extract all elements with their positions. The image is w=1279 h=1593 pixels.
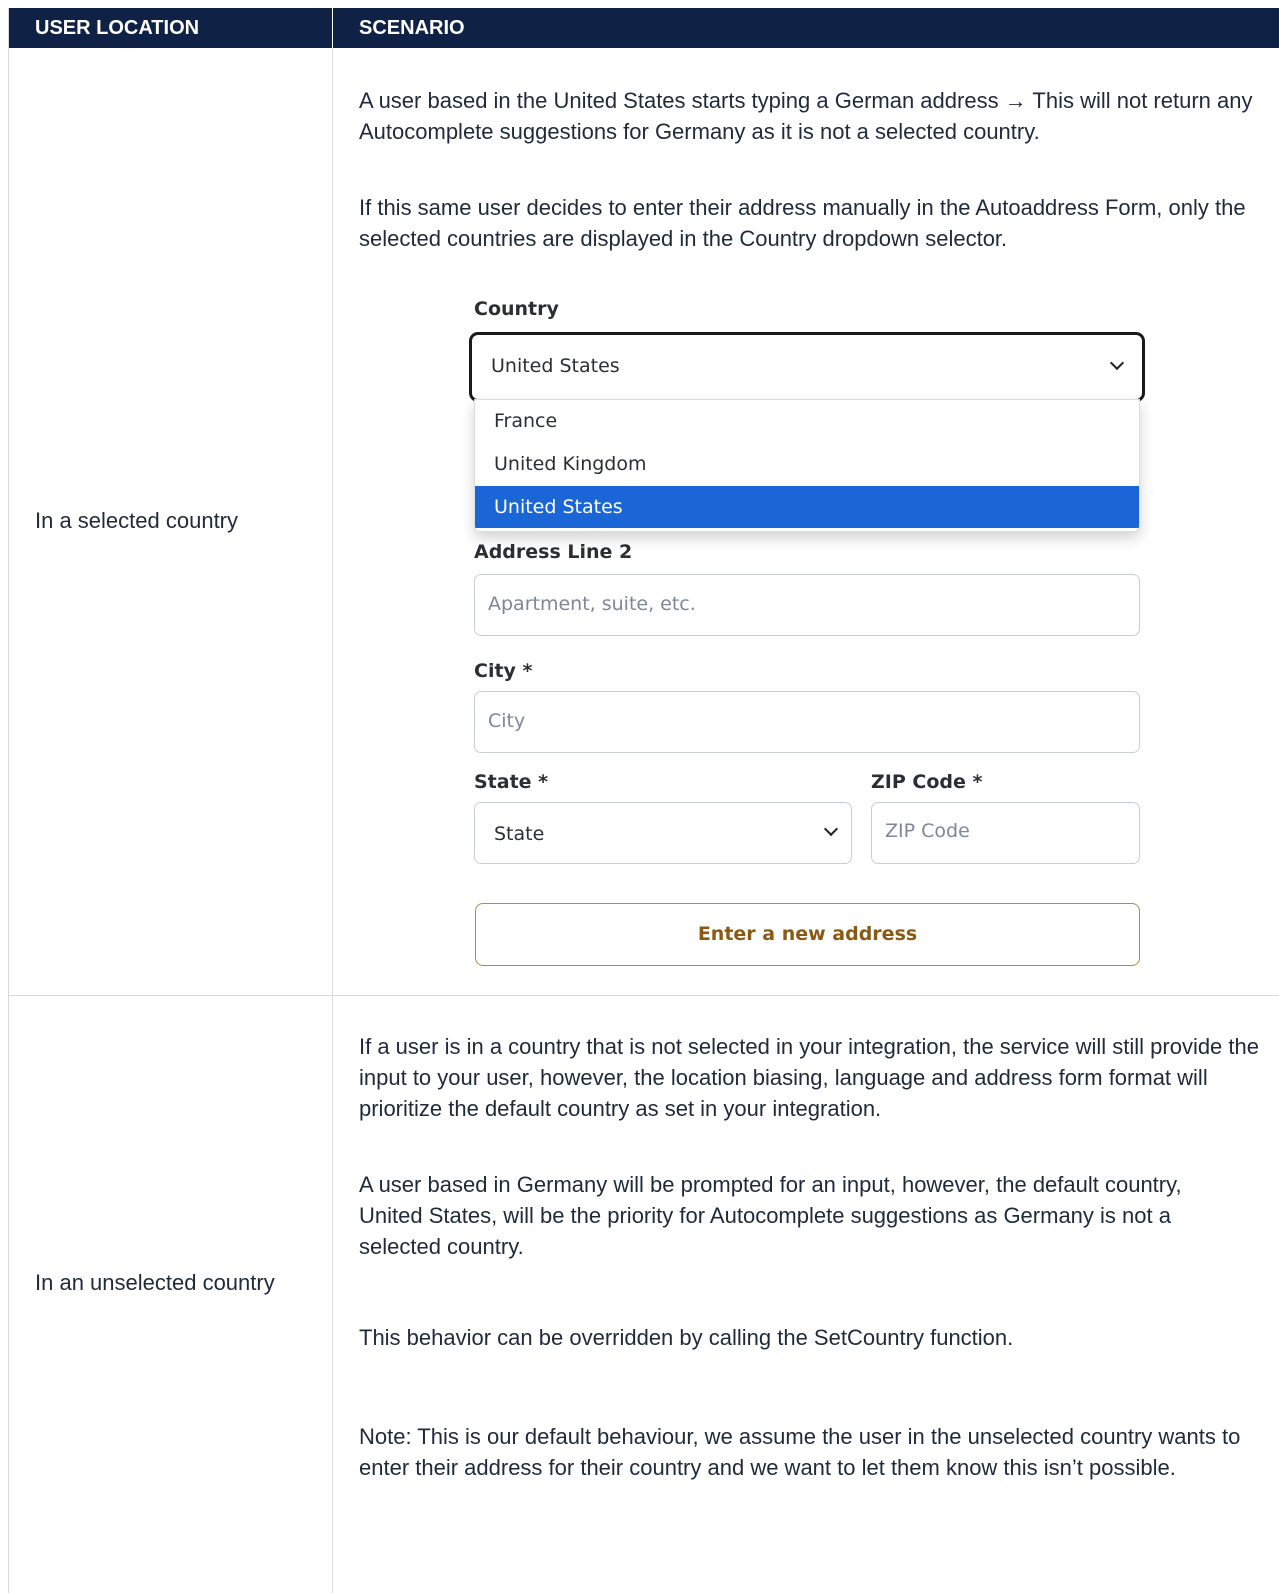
scenario-table: USER LOCATION SCENARIO In a selected cou… (8, 8, 1279, 1593)
row-2-paragraph-4: Note: This is our default behaviour, we … (359, 1424, 1241, 1480)
column-divider (332, 48, 333, 1593)
state-label: State * (474, 771, 549, 793)
state-select-value: State (494, 823, 545, 845)
country-option-united-kingdom[interactable]: United Kingdom (475, 443, 1139, 485)
country-label: Country (474, 298, 559, 320)
chevron-down-icon (823, 821, 839, 837)
address-line-2-placeholder: Apartment, suite, etc. (488, 593, 696, 615)
country-select-value: United States (491, 355, 620, 377)
zip-code-label: ZIP Code * (871, 771, 983, 793)
country-option-united-states[interactable]: United States (475, 486, 1139, 528)
zip-code-field[interactable]: ZIP Code (871, 802, 1140, 864)
row-1-location: In a selected country (35, 508, 239, 533)
state-select[interactable]: State (474, 802, 852, 864)
enter-new-address-button[interactable]: Enter a new address (475, 903, 1140, 966)
header-divider (332, 8, 333, 48)
column-header-scenario: SCENARIO (359, 17, 465, 39)
row-2-paragraph-3: This behavior can be overridden by calli… (359, 1325, 1014, 1350)
row-1-paragraph-1: A user based in the United States starts… (359, 88, 1253, 144)
row-2-paragraph-1: If a user is in a country that is not se… (359, 1034, 1259, 1121)
country-option-france[interactable]: France (475, 400, 1139, 442)
row-1-paragraph-2: If this same user decides to enter their… (359, 195, 1246, 251)
chevron-down-icon (1109, 355, 1125, 371)
row-2-paragraph-2: A user based in Germany will be prompted… (359, 1172, 1182, 1259)
city-field[interactable]: City (474, 691, 1140, 753)
city-placeholder: City (488, 710, 526, 732)
country-select[interactable]: United States (469, 332, 1145, 402)
row-divider (9, 995, 1279, 996)
address-line-2-label: Address Line 2 (474, 541, 633, 563)
address-line-2-field[interactable]: Apartment, suite, etc. (474, 574, 1140, 636)
table-header: USER LOCATION SCENARIO (9, 8, 1279, 48)
zip-code-placeholder: ZIP Code (885, 820, 970, 842)
column-header-user-location: USER LOCATION (35, 17, 200, 39)
city-label: City * (474, 660, 533, 682)
row-2-location: In an unselected country (35, 1270, 275, 1295)
country-dropdown-list: France United Kingdom United States (474, 399, 1140, 532)
address-form-screenshot: Country United States Address Line 2 Apa… (467, 291, 1155, 967)
